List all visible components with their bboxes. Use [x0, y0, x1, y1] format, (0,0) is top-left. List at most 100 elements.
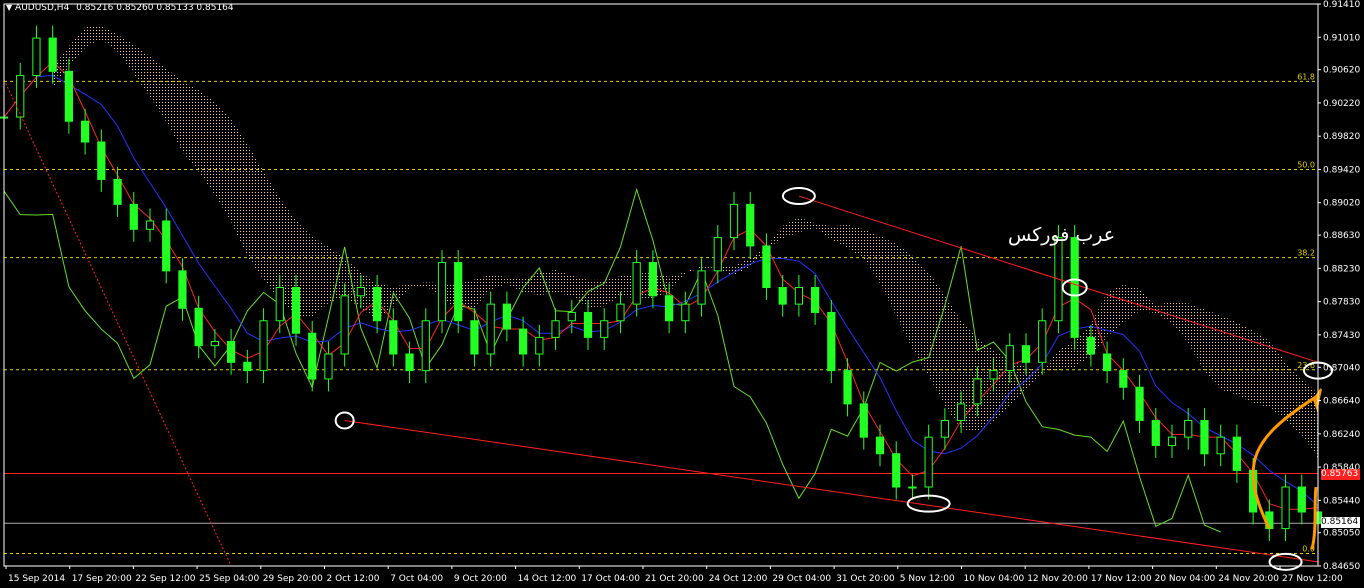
y-tick-label: 0.87430: [1323, 331, 1360, 341]
candle-body: [908, 486, 917, 489]
candle-body: [762, 245, 771, 288]
candle-body: [600, 320, 609, 338]
cloud-area: [52, 25, 1319, 478]
candle-body: [1086, 336, 1095, 355]
candle-body: [843, 370, 852, 405]
candle-body: [194, 307, 203, 347]
candle-body: [1200, 420, 1209, 455]
candle-body: [308, 332, 317, 380]
candle-body: [421, 320, 430, 372]
candle-body: [973, 378, 982, 405]
x-tick-label: 31 Oct 20:00: [836, 574, 895, 584]
candle-body: [340, 295, 349, 355]
candle-body: [356, 286, 365, 297]
y-tick-label: 0.85440: [1323, 496, 1360, 506]
candle-body: [778, 286, 787, 305]
candle-body: [1184, 420, 1193, 438]
dropdown-arrow-icon[interactable]: ▼: [6, 3, 12, 12]
x-tick-label: 24 Oct 12:00: [709, 574, 768, 584]
x-tick-label: 7 Oct 04:00: [390, 574, 443, 584]
x-tick-label: 22 Sep 12:00: [135, 574, 195, 584]
ichimoku-cloud: [52, 25, 1319, 478]
y-tick-label: 0.91010: [1323, 33, 1360, 43]
candle-body: [97, 141, 106, 180]
red-line-price-label: 0.85763: [1321, 469, 1359, 479]
candle-body: [648, 262, 657, 297]
candle-body: [1103, 353, 1112, 372]
candle-body: [989, 370, 998, 380]
y-tick-label: 0.85050: [1323, 529, 1360, 539]
x-tick-label: 2 Oct 12:00: [327, 574, 380, 584]
y-tick-label: 0.88230: [1323, 264, 1360, 274]
candle-body: [1151, 420, 1160, 446]
candle-body: [502, 303, 511, 330]
x-tick-label: 29 Sep 20:00: [263, 574, 323, 584]
candle-body: [940, 420, 949, 438]
x-tick-label: 21 Oct 20:00: [645, 574, 704, 584]
candle-body: [1070, 237, 1079, 338]
candle-body: [324, 353, 333, 380]
candle-body: [243, 361, 252, 372]
y-tick-label: 0.86240: [1323, 430, 1360, 440]
y-tick-label: 0.91410: [1323, 0, 1360, 10]
candle-body: [1038, 320, 1047, 363]
candle-body: [746, 203, 755, 247]
candle-body: [1021, 345, 1031, 363]
candle-body: [583, 311, 593, 338]
candle-body: [892, 453, 901, 488]
candle-body: [405, 353, 414, 372]
annotation-marks: [334, 187, 1333, 571]
candle-body: [1135, 386, 1144, 422]
candle-body: [665, 295, 674, 322]
x-tick-label: 17 Sep 20:00: [72, 574, 132, 584]
candle-body: [470, 320, 479, 355]
candle-body: [859, 403, 868, 438]
y-tick-label: 0.89020: [1323, 199, 1360, 209]
x-tick-label: 27 Nov 12:00: [1282, 574, 1343, 584]
y-tick-label: 0.86640: [1323, 397, 1360, 407]
fib-label-50.0: 50.0: [1297, 160, 1315, 169]
current-price-label: 0.85164: [1321, 517, 1359, 527]
candle-body: [178, 270, 187, 309]
fib-label-61.8: 61.8: [1297, 72, 1315, 81]
y-tick-label: 0.89820: [1323, 132, 1360, 142]
x-tick-label: 12 Nov 20:00: [1027, 574, 1088, 584]
y-tick-label: 0.87830: [1323, 298, 1360, 308]
candle-body: [389, 320, 398, 355]
y-tick-label: 0.88630: [1323, 231, 1360, 241]
candle-body: [275, 286, 284, 322]
axes: 0.91410 0.91010 0.90620 0.90220 0.89820 0.894…: [3, 0, 1360, 584]
candle-body: [129, 203, 138, 230]
projection-arrow: [1310, 486, 1318, 550]
candle-body: [145, 220, 155, 230]
x-tick-label: 29 Oct 04:00: [772, 574, 831, 584]
candle-body: [259, 320, 268, 372]
candle-body: [437, 262, 447, 322]
y-tick-label: 0.89420: [1323, 165, 1360, 175]
y-tick-label: 0.84650: [1323, 562, 1360, 572]
candle-body: [1281, 486, 1290, 530]
x-tick-label: 20 Nov 04:00: [1155, 574, 1216, 584]
candle-body: [551, 320, 560, 338]
price-chart[interactable]: 61.850.038.223.60.0 0.914100.910100.9062…: [0, 0, 1364, 588]
x-tick-label: 15 Sep 2014: [8, 574, 65, 584]
candle-body: [1297, 486, 1306, 513]
x-tick-label: 25 Sep 04:00: [199, 574, 259, 584]
ohlc-readout: 0.85216 0.85260 0.85133 0.85164: [76, 3, 234, 13]
candle-body: [1167, 436, 1177, 446]
fib-label-38.2: 38.2: [1297, 249, 1315, 258]
x-tick-label: 17 Nov 12:00: [1091, 574, 1152, 584]
x-tick-label: 17 Oct 04:00: [581, 574, 640, 584]
current-price-tag: 0.85164: [1321, 517, 1360, 528]
candle-body: [957, 403, 966, 422]
candle-body: [210, 341, 219, 347]
candle-body: [486, 303, 495, 355]
candle-body: [1232, 436, 1241, 471]
candle-body: [162, 220, 171, 272]
candle-body: [924, 436, 933, 488]
chart-window: 61.8 50.0 38.2 23.6 0.0 0.91410 0.91010 0.9062…: [0, 0, 1364, 588]
candle-body: [81, 120, 90, 143]
candle-body: [729, 203, 739, 239]
red-line-price-tag: 0.85763: [1321, 469, 1360, 480]
candle-body: [681, 303, 690, 322]
